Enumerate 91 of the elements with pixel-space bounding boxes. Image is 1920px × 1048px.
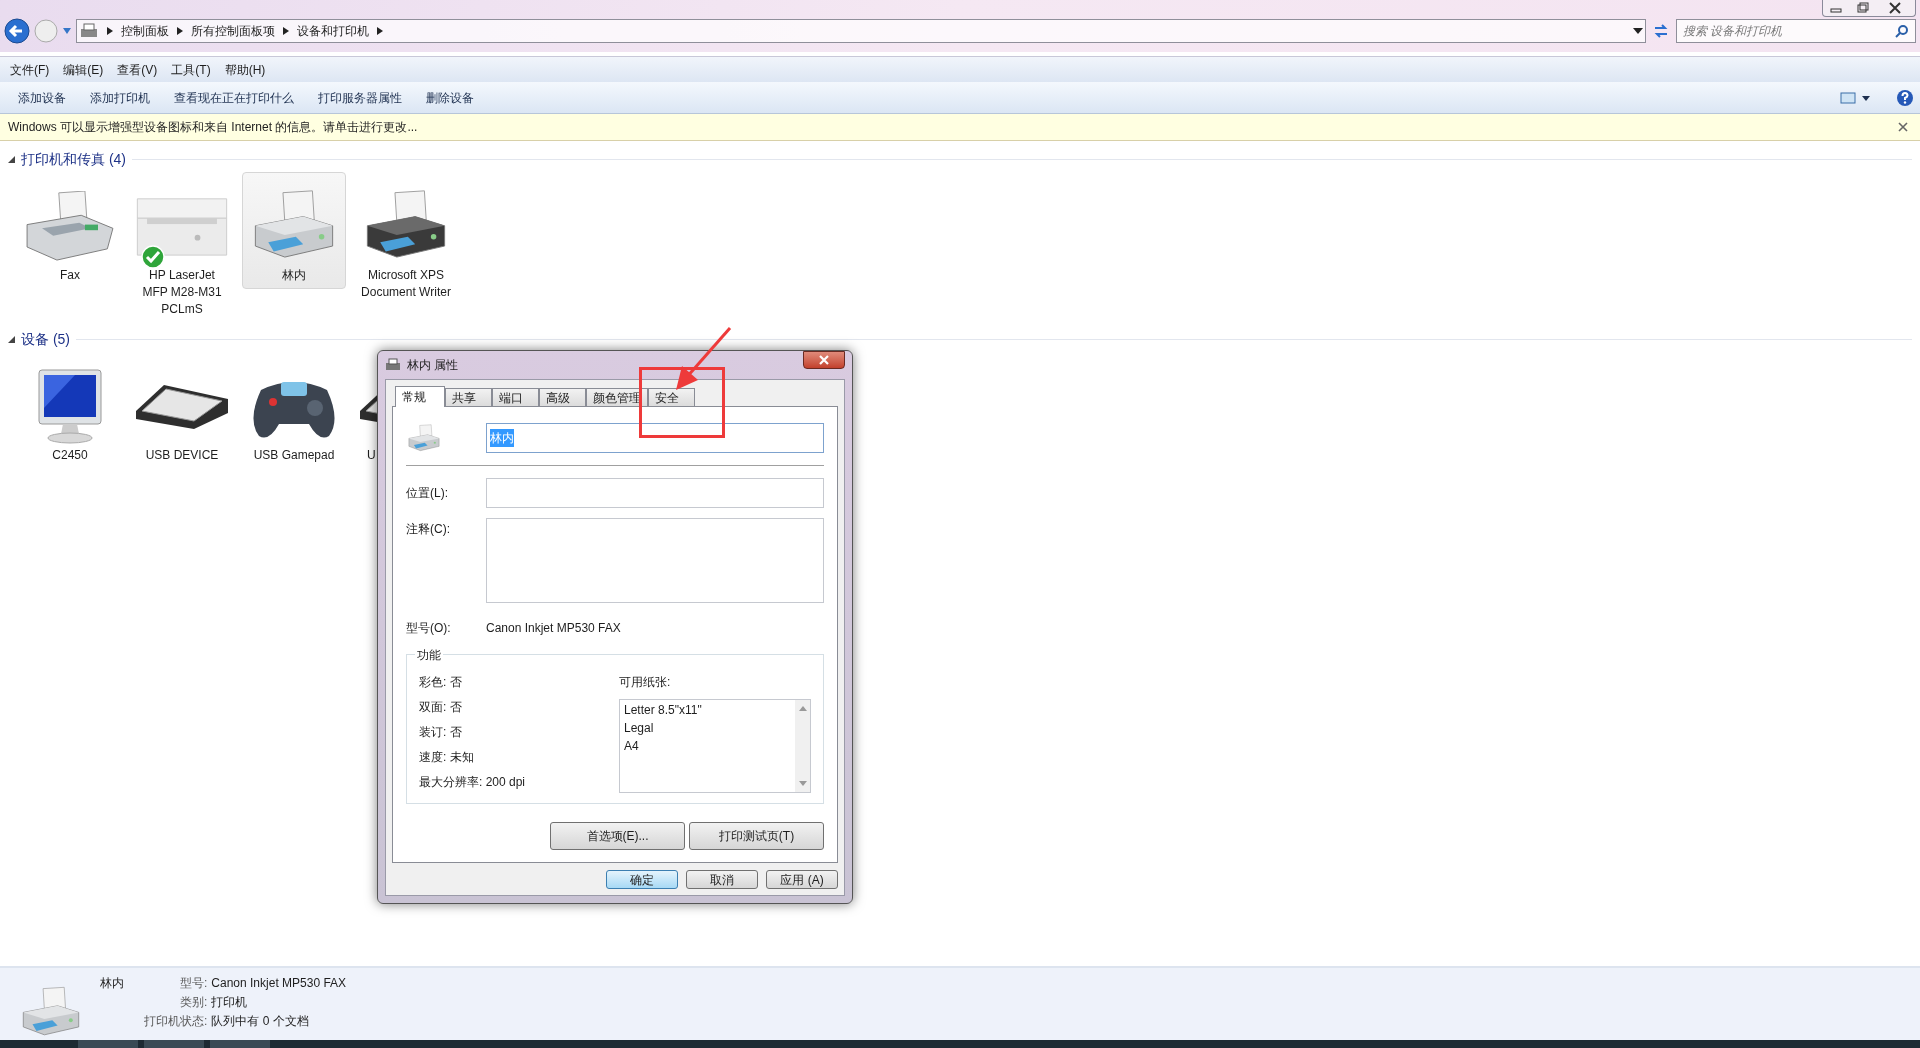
feature-text: 最大分辨率: 200 dpi xyxy=(419,774,527,791)
printer-icon xyxy=(79,23,99,39)
device-tile[interactable]: USB Gamepad xyxy=(242,352,346,469)
toolbar-button[interactable]: 添加打印机 xyxy=(78,88,162,107)
feature-text: 速度: 未知 xyxy=(419,749,475,766)
dialog-tab[interactable]: 端口 xyxy=(492,388,539,406)
feature-text: 装订: 否 xyxy=(419,724,463,741)
menu-item[interactable]: 编辑(E) xyxy=(63,60,104,79)
close-icon xyxy=(819,355,829,365)
chevron-icon[interactable] xyxy=(177,27,183,35)
printer-icon xyxy=(406,423,442,453)
device-label: 林内 xyxy=(282,267,306,284)
dialog-title: 林内 属性 xyxy=(407,357,460,374)
info-bar[interactable]: Windows 可以显示增强型设备图标和来自 Internet 的信息。请单击进行更改... xyxy=(0,114,1920,141)
search-icon[interactable] xyxy=(1895,24,1909,38)
group-heading[interactable]: 打印机和传真 (4) xyxy=(21,149,126,170)
menu-item[interactable]: 工具(T) xyxy=(171,60,211,79)
view-options-icon[interactable] xyxy=(1840,90,1870,105)
toolbar-button[interactable]: 添加设备 xyxy=(6,88,78,107)
location-field[interactable] xyxy=(486,478,824,508)
detail-value: 队列中有 0 个文档 xyxy=(211,1013,310,1030)
paper-item[interactable]: A4 xyxy=(624,737,791,755)
name-value: 林内 xyxy=(490,429,514,447)
chevron-icon[interactable] xyxy=(377,27,383,35)
device-label: USB DEVICE xyxy=(145,447,219,464)
collapse-triangle-icon[interactable] xyxy=(8,336,15,343)
comment-field[interactable] xyxy=(486,518,824,603)
dialog-tab[interactable]: 常规 xyxy=(395,386,445,407)
device-name: 林内 xyxy=(100,975,124,992)
dialog-button[interactable]: 取消 xyxy=(686,870,758,889)
dialog-tab[interactable]: 共享 xyxy=(445,388,492,406)
detail-label: 型号: xyxy=(179,975,208,992)
device-label: Microsoft XPS Document Writer xyxy=(360,267,452,301)
device-tile[interactable]: Microsoft XPS Document Writer xyxy=(354,172,458,306)
chevron-icon[interactable] xyxy=(107,27,113,35)
toolbar-button[interactable]: 打印服务器属性 xyxy=(306,88,414,107)
paper-list[interactable]: Letter 8.5"x11" Legal A4 xyxy=(619,699,811,793)
address-bar[interactable]: 控制面板 所有控制面板项 设备和打印机 xyxy=(76,19,1646,43)
paper-item[interactable]: Legal xyxy=(624,719,791,737)
device-label: HP LaserJet MFP M28-M31 PCLmS xyxy=(141,267,223,318)
device-tile[interactable]: 林内 xyxy=(242,172,346,289)
menu-item[interactable]: 文件(F) xyxy=(10,60,50,79)
paper-label: 可用纸张: xyxy=(619,674,672,691)
field-label: 位置(L): xyxy=(406,485,449,502)
caret-icon[interactable] xyxy=(62,27,72,35)
toolbar-button[interactable]: 删除设备 xyxy=(414,88,486,107)
paper-item[interactable]: Letter 8.5"x11" xyxy=(624,701,791,719)
device-tile[interactable]: USB DEVICE xyxy=(130,352,234,469)
field-label: 注释(C): xyxy=(406,521,451,538)
info-bar-text: Windows 可以显示增强型设备图标和来自 Internet 的信息。请单击进行更改... xyxy=(8,119,419,136)
detail-label: 打印机状态: xyxy=(144,1013,208,1030)
panel-button[interactable]: 打印测试页(T) xyxy=(689,822,824,850)
feature-text: 彩色: 否 xyxy=(419,674,463,691)
back-icon[interactable] xyxy=(4,18,30,44)
toolbar-button[interactable]: 查看现在正在打印什么 xyxy=(162,88,306,107)
breadcrumb[interactable]: 控制面板 xyxy=(121,22,169,40)
detail-value: 打印机 xyxy=(211,994,249,1011)
chevron-icon[interactable] xyxy=(283,27,289,35)
device-label: Fax xyxy=(60,267,80,284)
device-tile[interactable]: Fax xyxy=(18,172,122,289)
dialog-button[interactable]: 确定 xyxy=(606,870,678,889)
field-label: 型号(O): xyxy=(406,620,452,637)
help-icon[interactable] xyxy=(1896,88,1914,107)
dropdown-icon[interactable] xyxy=(1633,28,1643,34)
feature-text: 双面: 否 xyxy=(419,699,463,716)
group-heading[interactable]: 设备 (5) xyxy=(21,329,70,350)
menu-item[interactable]: 帮助(H) xyxy=(224,60,266,79)
device-tile[interactable]: C2450 xyxy=(18,352,122,469)
detail-value: Canon Inkjet MP530 FAX xyxy=(211,975,347,992)
close-icon[interactable] xyxy=(1898,122,1908,132)
collapse-triangle-icon[interactable] xyxy=(8,156,15,163)
model-value: Canon Inkjet MP530 FAX xyxy=(486,620,621,637)
device-label: U xyxy=(366,447,376,464)
search-placeholder: 搜索 设备和打印机 xyxy=(1683,23,1784,40)
menu-item[interactable]: 查看(V) xyxy=(117,60,158,79)
search-field[interactable]: 搜索 设备和打印机 xyxy=(1676,19,1916,43)
dialog-button[interactable]: 应用 (A) xyxy=(766,870,838,889)
device-label: C2450 xyxy=(52,447,88,464)
close-button[interactable] xyxy=(803,351,845,369)
device-tile[interactable]: HP LaserJet MFP M28-M31 PCLmS xyxy=(130,172,234,323)
printer-icon xyxy=(385,358,401,372)
detail-label: 类别: xyxy=(179,994,208,1011)
fax-machine-icon xyxy=(23,191,117,261)
breadcrumb[interactable]: 所有控制面板项 xyxy=(191,22,275,40)
device-label: USB Gamepad xyxy=(253,447,335,464)
panel-button[interactable]: 首选项(E)... xyxy=(550,822,685,850)
dialog-tab[interactable]: 安全 xyxy=(648,388,695,406)
dialog-tab[interactable]: 高级 xyxy=(539,388,586,406)
monitor-icon xyxy=(35,368,105,444)
breadcrumb[interactable]: 设备和打印机 xyxy=(297,22,369,40)
group-title: 功能 xyxy=(415,646,443,664)
